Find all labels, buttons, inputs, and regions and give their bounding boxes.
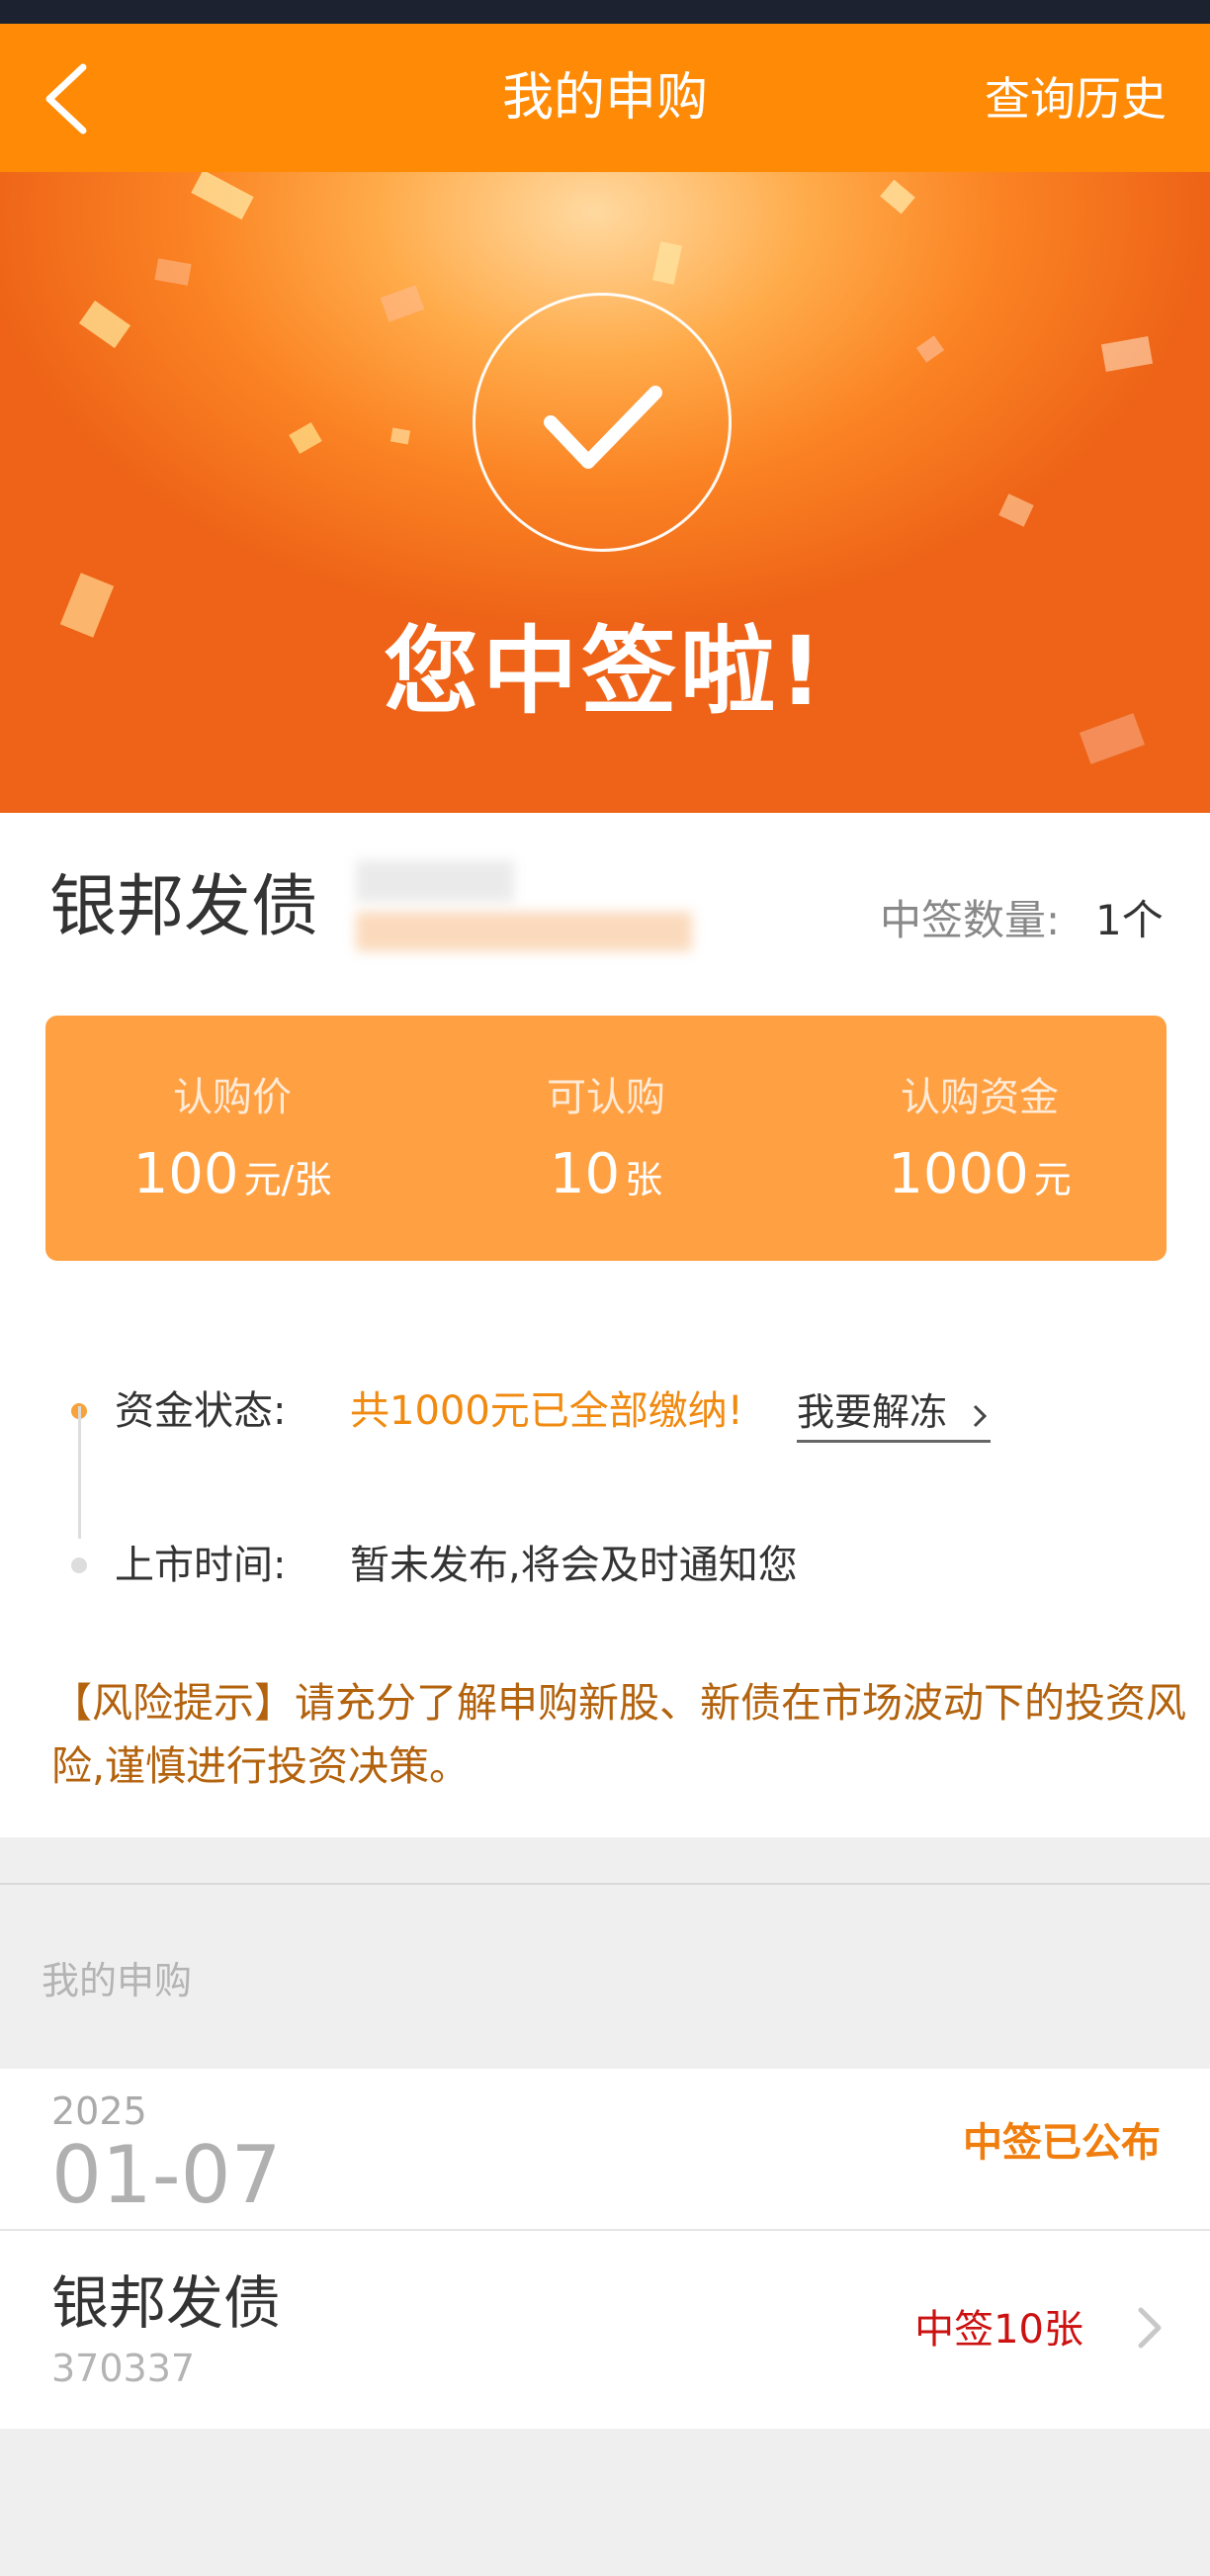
win-count-label: 中签数量: [880, 896, 1061, 944]
system-status-bar [0, 0, 1210, 24]
timeline-connector [78, 1406, 81, 1539]
success-check-icon [473, 293, 732, 552]
nav-bar: 我的申购 查询历史 [0, 24, 1210, 172]
item-lottery-result: 中签10张 [914, 2307, 1083, 2353]
win-announcement: 您中签啦! [384, 616, 826, 727]
summary-value: 100 元/张 [132, 1142, 332, 1206]
subscription-history-item[interactable]: 银邦发债 370337 中签10张 [0, 2231, 1210, 2429]
confetti-decoration [191, 172, 254, 221]
summary-label: 可认购 [547, 1075, 665, 1120]
section-title-my-subscriptions: 我的申购 [42, 1959, 193, 2002]
chevron-right-icon [1138, 2307, 1162, 2349]
confetti-decoration [154, 258, 192, 286]
listing-time-label: 上市时间: [115, 1543, 287, 1588]
unfreeze-label: 我要解冻 [797, 1390, 948, 1434]
redacted-info [356, 860, 514, 902]
history-date-header: 2025 01-07 中签已公布 [0, 2069, 1210, 2231]
lottery-status: 中签已公布 [963, 2120, 1161, 2166]
confetti-decoration [389, 427, 411, 445]
fund-status-row: 资金状态: 共1000元已全部缴纳! 我要解冻 [0, 1377, 1210, 1446]
summary-subscription-funds: 认购资金 1000 元 [793, 1016, 1167, 1261]
section-divider [0, 1883, 1210, 1885]
date-year: 2025 [51, 2089, 147, 2133]
unfreeze-link[interactable]: 我要解冻 [797, 1384, 992, 1443]
confetti-decoration [1100, 336, 1154, 372]
summary-label: 认购资金 [901, 1075, 1059, 1120]
redacted-info [356, 912, 692, 951]
win-count-value: 1个 [1095, 896, 1164, 944]
date-month-day: 01-07 [51, 2129, 282, 2221]
success-banner: 您中签啦! [0, 172, 1210, 813]
bond-name: 银邦发债 [49, 868, 319, 946]
item-bond-name: 银邦发债 [51, 2269, 282, 2337]
fund-status-value: 共1000元已全部缴纳! [350, 1388, 743, 1434]
subscription-detail-card: 银邦发债 中签数量: 1个 认购价 100 元/张 可认购 10 张 认购资金 … [0, 813, 1210, 1837]
risk-notice: 【风险提示】请充分了解申购新股、新债在市场波动下的投资风险,谨慎进行投资决策。 [51, 1679, 1186, 1790]
summary-value: 1000 元 [888, 1142, 1072, 1206]
item-bond-code: 370337 [51, 2347, 196, 2390]
confetti-decoration [289, 421, 322, 455]
listing-time-value: 暂未发布,将会及时通知您 [350, 1543, 798, 1588]
summary-available-quantity: 可认购 10 张 [419, 1016, 793, 1261]
subscription-summary-panel: 认购价 100 元/张 可认购 10 张 认购资金 1000 元 [45, 1016, 1167, 1261]
summary-label: 认购价 [173, 1075, 292, 1120]
confetti-decoration [998, 493, 1034, 527]
query-history-link[interactable]: 查询历史 [985, 71, 1167, 127]
confetti-decoration [915, 335, 945, 363]
chevron-right-icon [973, 1404, 988, 1428]
confetti-decoration [380, 285, 425, 322]
summary-subscription-price: 认购价 100 元/张 [45, 1016, 419, 1261]
fund-status-label: 资金状态: [115, 1388, 287, 1434]
summary-value: 10 张 [549, 1142, 663, 1206]
timeline-dot-inactive [71, 1557, 87, 1573]
confetti-decoration [880, 179, 915, 215]
confetti-decoration [652, 241, 682, 285]
confetti-decoration [78, 300, 131, 349]
listing-time-row: 上市时间: 暂未发布,将会及时通知您 [0, 1531, 1210, 1600]
